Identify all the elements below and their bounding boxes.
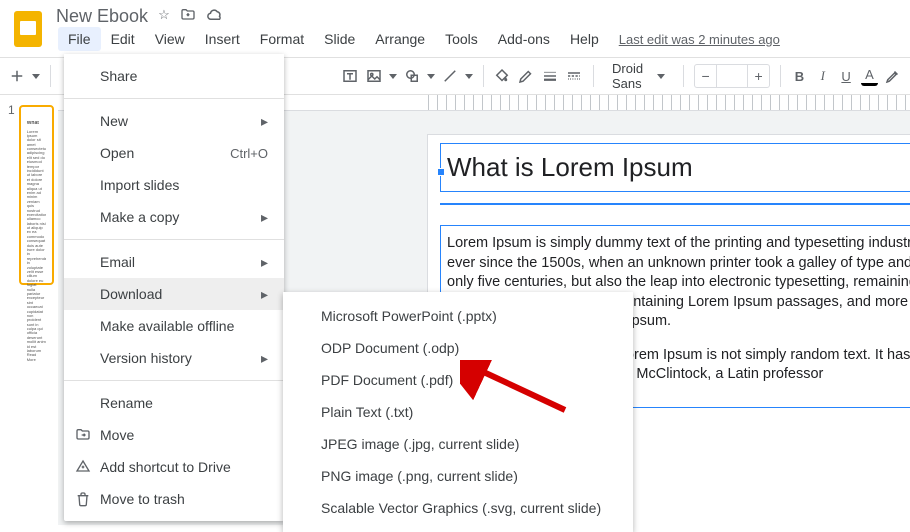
file-trash[interactable]: Move to trash: [64, 483, 284, 515]
drive-shortcut-icon: [74, 458, 92, 476]
slide-title-text: What is Lorem Ipsum: [447, 152, 910, 183]
underline-button[interactable]: U: [837, 63, 854, 89]
download-pdf[interactable]: PDF Document (.pdf): [283, 364, 633, 396]
line-button[interactable]: [441, 63, 459, 89]
file-share[interactable]: Share: [64, 60, 284, 92]
move-folder-icon[interactable]: [180, 7, 196, 26]
menu-arrange[interactable]: Arrange: [365, 27, 435, 51]
text-color-button[interactable]: A: [861, 66, 878, 86]
menu-format[interactable]: Format: [250, 27, 314, 51]
star-icon[interactable]: ☆: [158, 7, 170, 26]
font-size-increase[interactable]: +: [747, 65, 769, 87]
fill-color-button[interactable]: [493, 63, 511, 89]
textbox-button[interactable]: [341, 63, 359, 89]
menu-slide[interactable]: Slide: [314, 27, 365, 51]
download-odp[interactable]: ODP Document (.odp): [283, 332, 633, 364]
bold-button[interactable]: B: [791, 63, 808, 89]
file-import[interactable]: Import slides: [64, 169, 284, 201]
cloud-status-icon[interactable]: [206, 7, 224, 26]
download-pptx[interactable]: Microsoft PowerPoint (.pptx): [283, 300, 633, 332]
menu-help[interactable]: Help: [560, 27, 609, 51]
file-new[interactable]: New▸: [64, 105, 284, 137]
file-move[interactable]: Move: [64, 419, 284, 451]
font-size-decrease[interactable]: −: [695, 65, 717, 87]
file-email[interactable]: Email▸: [64, 246, 284, 278]
last-edit-link[interactable]: Last edit was 2 minutes ago: [619, 32, 780, 47]
image-button[interactable]: [365, 63, 383, 89]
file-copy[interactable]: Make a copy▸: [64, 201, 284, 233]
new-slide-caret[interactable]: [32, 74, 40, 79]
image-caret[interactable]: [389, 74, 397, 79]
folder-move-icon: [74, 426, 92, 444]
border-dash-button[interactable]: [565, 63, 583, 89]
slide-number: 1: [8, 103, 15, 117]
line-caret[interactable]: [465, 74, 473, 79]
download-submenu: Microsoft PowerPoint (.pptx) ODP Documen…: [283, 292, 633, 532]
shape-caret[interactable]: [427, 74, 435, 79]
trash-icon: [74, 490, 92, 508]
font-size-stepper[interactable]: − +: [694, 64, 770, 88]
new-slide-button[interactable]: [8, 63, 26, 89]
border-color-button[interactable]: [517, 63, 535, 89]
font-select[interactable]: Droid Sans: [604, 61, 673, 91]
file-offline[interactable]: Make available offline: [64, 310, 284, 342]
menu-tools[interactable]: Tools: [435, 27, 488, 51]
download-jpg[interactable]: JPEG image (.jpg, current slide): [283, 428, 633, 460]
menu-view[interactable]: View: [145, 27, 195, 51]
file-download[interactable]: Download▸: [64, 278, 284, 310]
slides-app-icon[interactable]: [10, 7, 46, 51]
file-version[interactable]: Version history▸: [64, 342, 284, 374]
slide-divider[interactable]: [440, 203, 910, 205]
document-title[interactable]: New Ebook: [56, 6, 148, 27]
menubar: File Edit View Insert Format Slide Arran…: [56, 27, 780, 51]
highlight-button[interactable]: [884, 63, 902, 89]
menu-insert[interactable]: Insert: [195, 27, 250, 51]
border-weight-button[interactable]: [541, 63, 559, 89]
file-shortcut[interactable]: Add shortcut to Drive: [64, 451, 284, 483]
download-txt[interactable]: Plain Text (.txt): [283, 396, 633, 428]
file-menu-popup: Share New▸ OpenCtrl+O Import slides Make…: [64, 54, 284, 521]
menu-addons[interactable]: Add-ons: [488, 27, 560, 51]
menu-file[interactable]: File: [58, 27, 101, 51]
slide-title-box[interactable]: What is Lorem Ipsum: [440, 143, 910, 192]
slide-panel: 1 WhatLorem ipsum dolor sit amet consect…: [0, 95, 58, 525]
shape-button[interactable]: [403, 63, 421, 89]
download-svg[interactable]: Scalable Vector Graphics (.svg, current …: [283, 492, 633, 524]
file-rename[interactable]: Rename: [64, 387, 284, 419]
file-open[interactable]: OpenCtrl+O: [64, 137, 284, 169]
menu-edit[interactable]: Edit: [101, 27, 145, 51]
italic-button[interactable]: I: [814, 63, 831, 89]
download-png[interactable]: PNG image (.png, current slide): [283, 460, 633, 492]
font-name: Droid Sans: [612, 61, 649, 91]
slide-thumbnail-1[interactable]: WhatLorem ipsum dolor sit amet consectet…: [19, 105, 54, 285]
